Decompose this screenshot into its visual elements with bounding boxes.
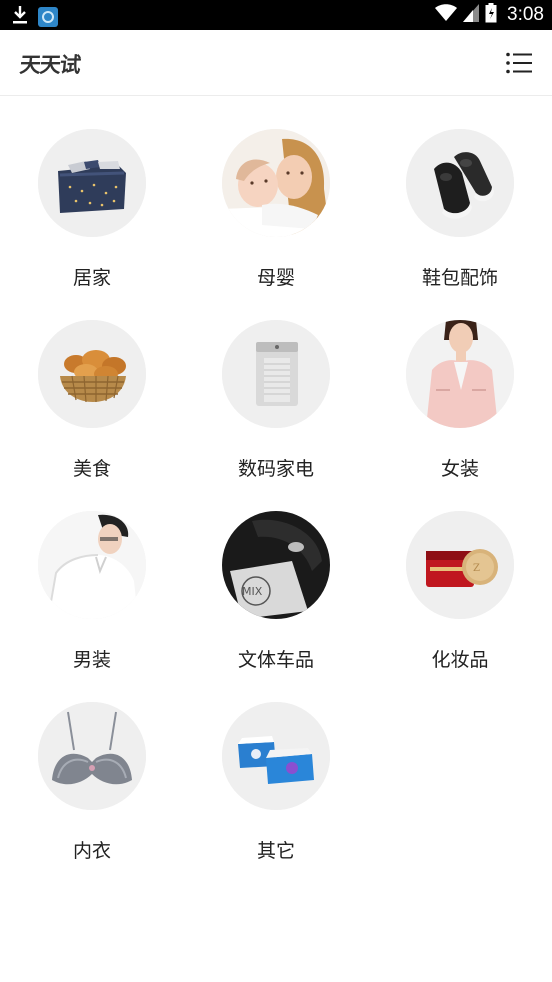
category-label: 其它	[256, 840, 295, 862]
category-label: 内衣	[72, 840, 111, 862]
category-label: 男装	[72, 649, 111, 671]
category-other[interactable]: 其它	[184, 669, 368, 862]
mens-shirt-image	[38, 511, 146, 619]
status-time: 3:08	[507, 4, 544, 25]
tissue-box-image	[222, 702, 330, 810]
category-label: 美食	[72, 458, 111, 480]
category-mother-baby[interactable]: 母婴	[184, 96, 368, 289]
category-label: 文体车品	[237, 649, 314, 671]
category-label: 数码家电	[237, 458, 314, 480]
bread-basket-image	[38, 320, 146, 428]
category-home[interactable]: 居家	[0, 96, 184, 289]
womens-jacket-image	[406, 320, 514, 428]
signal-icon	[463, 4, 480, 26]
category-underwear[interactable]: 内衣	[0, 669, 184, 862]
app-header: 天天试	[0, 30, 552, 96]
category-food[interactable]: 美食	[0, 287, 184, 480]
air-purifier-image	[222, 320, 330, 428]
category-womens[interactable]: 女装	[368, 287, 552, 480]
category-mens[interactable]: 男装	[0, 478, 184, 671]
category-digital[interactable]: 数码家电	[184, 287, 368, 480]
list-menu-icon[interactable]	[506, 52, 532, 74]
category-sports-car[interactable]: MIX 文体车品	[184, 478, 368, 671]
category-label: 鞋包配饰	[421, 267, 498, 289]
sneakers-image	[406, 129, 514, 237]
car-interior-image: MIX	[222, 511, 330, 619]
category-label: 化妆品	[431, 649, 489, 671]
category-cosmetics[interactable]: Z 化妆品	[368, 478, 552, 671]
mother-baby-image	[222, 129, 330, 237]
download-icon	[12, 5, 28, 29]
status-bar: 3:08	[0, 0, 552, 30]
battery-icon	[485, 3, 497, 27]
wifi-icon	[435, 4, 458, 26]
category-label: 女装	[440, 458, 479, 480]
svg-text:Z: Z	[473, 563, 480, 574]
app-notification-icon	[38, 7, 58, 27]
cream-jar-image: Z	[406, 511, 514, 619]
app-logo: 天天试	[18, 53, 82, 77]
category-label: 居家	[72, 267, 111, 289]
category-label: 母婴	[256, 267, 295, 289]
category-shoes-bags[interactable]: 鞋包配饰	[368, 96, 552, 289]
bra-image	[38, 702, 146, 810]
bedding-image	[38, 129, 146, 237]
svg-text:MIX: MIX	[242, 585, 263, 598]
